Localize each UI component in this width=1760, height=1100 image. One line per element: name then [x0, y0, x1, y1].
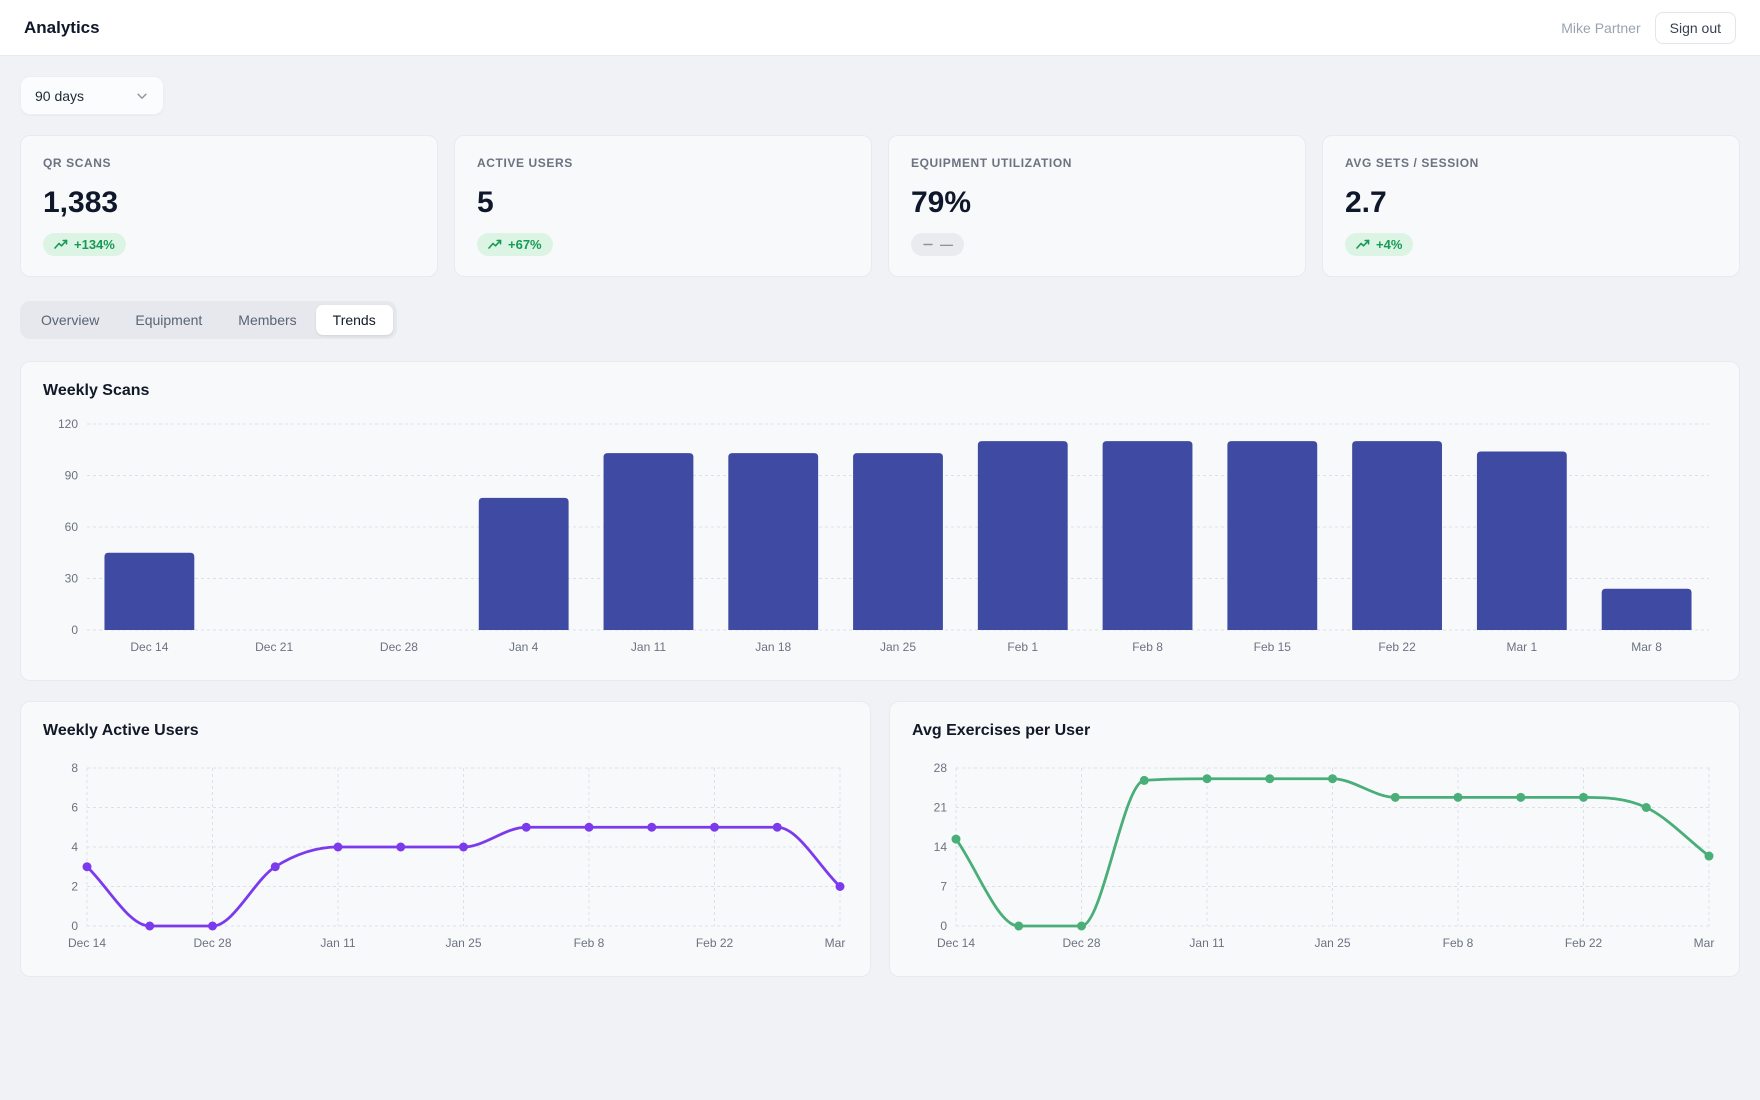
tab-equipment[interactable]: Equipment — [118, 305, 219, 335]
stat-delta: — — [940, 237, 953, 252]
tab-trends[interactable]: Trends — [316, 305, 393, 335]
sign-out-button[interactable]: Sign out — [1655, 12, 1736, 44]
svg-text:21: 21 — [934, 801, 948, 815]
stat-delta-badge: +4% — [1345, 233, 1413, 256]
svg-text:8: 8 — [71, 761, 78, 775]
svg-text:0: 0 — [940, 919, 947, 933]
svg-text:Jan 11: Jan 11 — [1189, 936, 1224, 950]
svg-text:Jan 25: Jan 25 — [880, 640, 916, 654]
svg-text:2: 2 — [71, 880, 78, 894]
chart-title: Weekly Scans — [43, 382, 1717, 400]
stat-delta-badge: +134% — [43, 233, 126, 256]
svg-text:Mar 1: Mar 1 — [1507, 640, 1538, 654]
svg-text:Jan 25: Jan 25 — [445, 936, 481, 950]
svg-text:Feb 22: Feb 22 — [1565, 936, 1603, 950]
svg-text:Jan 18: Jan 18 — [755, 640, 791, 654]
stat-card-equipment-utilization: EQUIPMENT UTILIZATION 79% — — [888, 135, 1306, 277]
svg-text:Dec 28: Dec 28 — [1062, 936, 1100, 950]
date-range-select[interactable]: 90 days — [20, 76, 164, 115]
stat-value: 79% — [911, 186, 1283, 220]
svg-text:0: 0 — [71, 623, 78, 637]
svg-text:Feb 8: Feb 8 — [1132, 640, 1163, 654]
weekly-scans-card: Weekly Scans 0 30 60 90 120 Dec 14 Dec 21 Dec 2… — [20, 361, 1740, 681]
svg-text:28: 28 — [934, 761, 948, 775]
svg-text:Mar 8: Mar 8 — [1631, 640, 1662, 654]
svg-text:Jan 11: Jan 11 — [320, 936, 355, 950]
weekly-active-users-line-chart: 0 2 4 6 8 Dec 14 Dec 28 Jan 11 Jan 25 Feb 8 Feb 22… — [43, 750, 848, 956]
chevron-down-icon — [135, 89, 149, 103]
svg-text:60: 60 — [65, 520, 79, 534]
svg-text:Dec 28: Dec 28 — [380, 640, 418, 654]
svg-text:Jan 25: Jan 25 — [1314, 936, 1350, 950]
trending-up-icon — [1356, 239, 1370, 250]
chart-title: Weekly Active Users — [43, 722, 848, 740]
tab-bar: Overview Equipment Members Trends — [20, 301, 397, 339]
svg-text:Mar 8: Mar 8 — [1694, 936, 1717, 950]
stat-value: 5 — [477, 186, 849, 220]
svg-text:30: 30 — [65, 572, 79, 586]
svg-text:Feb 22: Feb 22 — [696, 936, 734, 950]
avg-exercises-line-chart: 0 7 14 21 28 Dec 14 Dec 28 Jan 11 Jan 25 Feb 8 Feb… — [912, 750, 1717, 956]
user-name: Mike Partner — [1561, 20, 1640, 36]
stat-delta-badge: — — [911, 233, 964, 256]
main-content: 90 days QR SCANS 1,383 +134% ACTIVE USER… — [0, 56, 1760, 977]
stat-card-qr-scans: QR SCANS 1,383 +134% — [20, 135, 438, 277]
stat-delta-badge: +67% — [477, 233, 553, 256]
page-title: Analytics — [24, 18, 100, 38]
svg-text:Dec 28: Dec 28 — [193, 936, 231, 950]
top-bar: Analytics Mike Partner Sign out — [0, 0, 1760, 56]
svg-text:Jan 4: Jan 4 — [509, 640, 539, 654]
weekly-scans-bar-chart: 0 30 60 90 120 Dec 14 Dec 21 Dec 28 Jan 4 Jan 11 J… — [43, 410, 1717, 660]
svg-text:Feb 15: Feb 15 — [1254, 640, 1292, 654]
svg-text:90: 90 — [65, 469, 79, 483]
chart-title: Avg Exercises per User — [912, 722, 1717, 740]
svg-text:Mar 8: Mar 8 — [825, 936, 848, 950]
stat-label: QR SCANS — [43, 156, 415, 170]
stats-grid: QR SCANS 1,383 +134% ACTIVE USERS 5 +67%… — [20, 135, 1740, 277]
svg-text:6: 6 — [71, 801, 78, 815]
date-range-value: 90 days — [35, 88, 84, 104]
stat-card-avg-sets: AVG SETS / SESSION 2.7 +4% — [1322, 135, 1740, 277]
stat-label: EQUIPMENT UTILIZATION — [911, 156, 1283, 170]
tab-overview[interactable]: Overview — [24, 305, 116, 335]
stat-delta: +134% — [74, 237, 115, 252]
svg-text:Jan 11: Jan 11 — [631, 640, 666, 654]
svg-text:Dec 14: Dec 14 — [937, 936, 975, 950]
weekly-active-users-card: Weekly Active Users 0 2 4 6 8 Dec 14 Dec 28 Jan… — [20, 701, 871, 977]
stat-value: 2.7 — [1345, 186, 1717, 220]
bottom-charts-grid: Weekly Active Users 0 2 4 6 8 Dec 14 Dec 28 Jan… — [20, 701, 1740, 977]
avg-exercises-card: Avg Exercises per User 0 7 14 21 28 Dec 14 Dec… — [889, 701, 1740, 977]
stat-card-active-users: ACTIVE USERS 5 +67% — [454, 135, 872, 277]
stat-delta: +4% — [1376, 237, 1402, 252]
tab-members[interactable]: Members — [221, 305, 313, 335]
svg-text:Feb 1: Feb 1 — [1007, 640, 1038, 654]
stat-value: 1,383 — [43, 186, 415, 220]
minus-icon — [922, 239, 934, 250]
svg-text:4: 4 — [71, 840, 78, 854]
svg-text:14: 14 — [934, 840, 948, 854]
svg-text:Feb 8: Feb 8 — [574, 936, 605, 950]
trending-up-icon — [488, 239, 502, 250]
stat-delta: +67% — [508, 237, 542, 252]
svg-text:Dec 14: Dec 14 — [68, 936, 106, 950]
svg-text:Feb 22: Feb 22 — [1378, 640, 1416, 654]
svg-text:Dec 21: Dec 21 — [255, 640, 293, 654]
svg-text:Feb 8: Feb 8 — [1443, 936, 1474, 950]
svg-text:Dec 14: Dec 14 — [130, 640, 168, 654]
svg-text:120: 120 — [58, 417, 78, 431]
stat-label: ACTIVE USERS — [477, 156, 849, 170]
svg-text:7: 7 — [940, 880, 947, 894]
trending-up-icon — [54, 239, 68, 250]
stat-label: AVG SETS / SESSION — [1345, 156, 1717, 170]
svg-text:0: 0 — [71, 919, 78, 933]
